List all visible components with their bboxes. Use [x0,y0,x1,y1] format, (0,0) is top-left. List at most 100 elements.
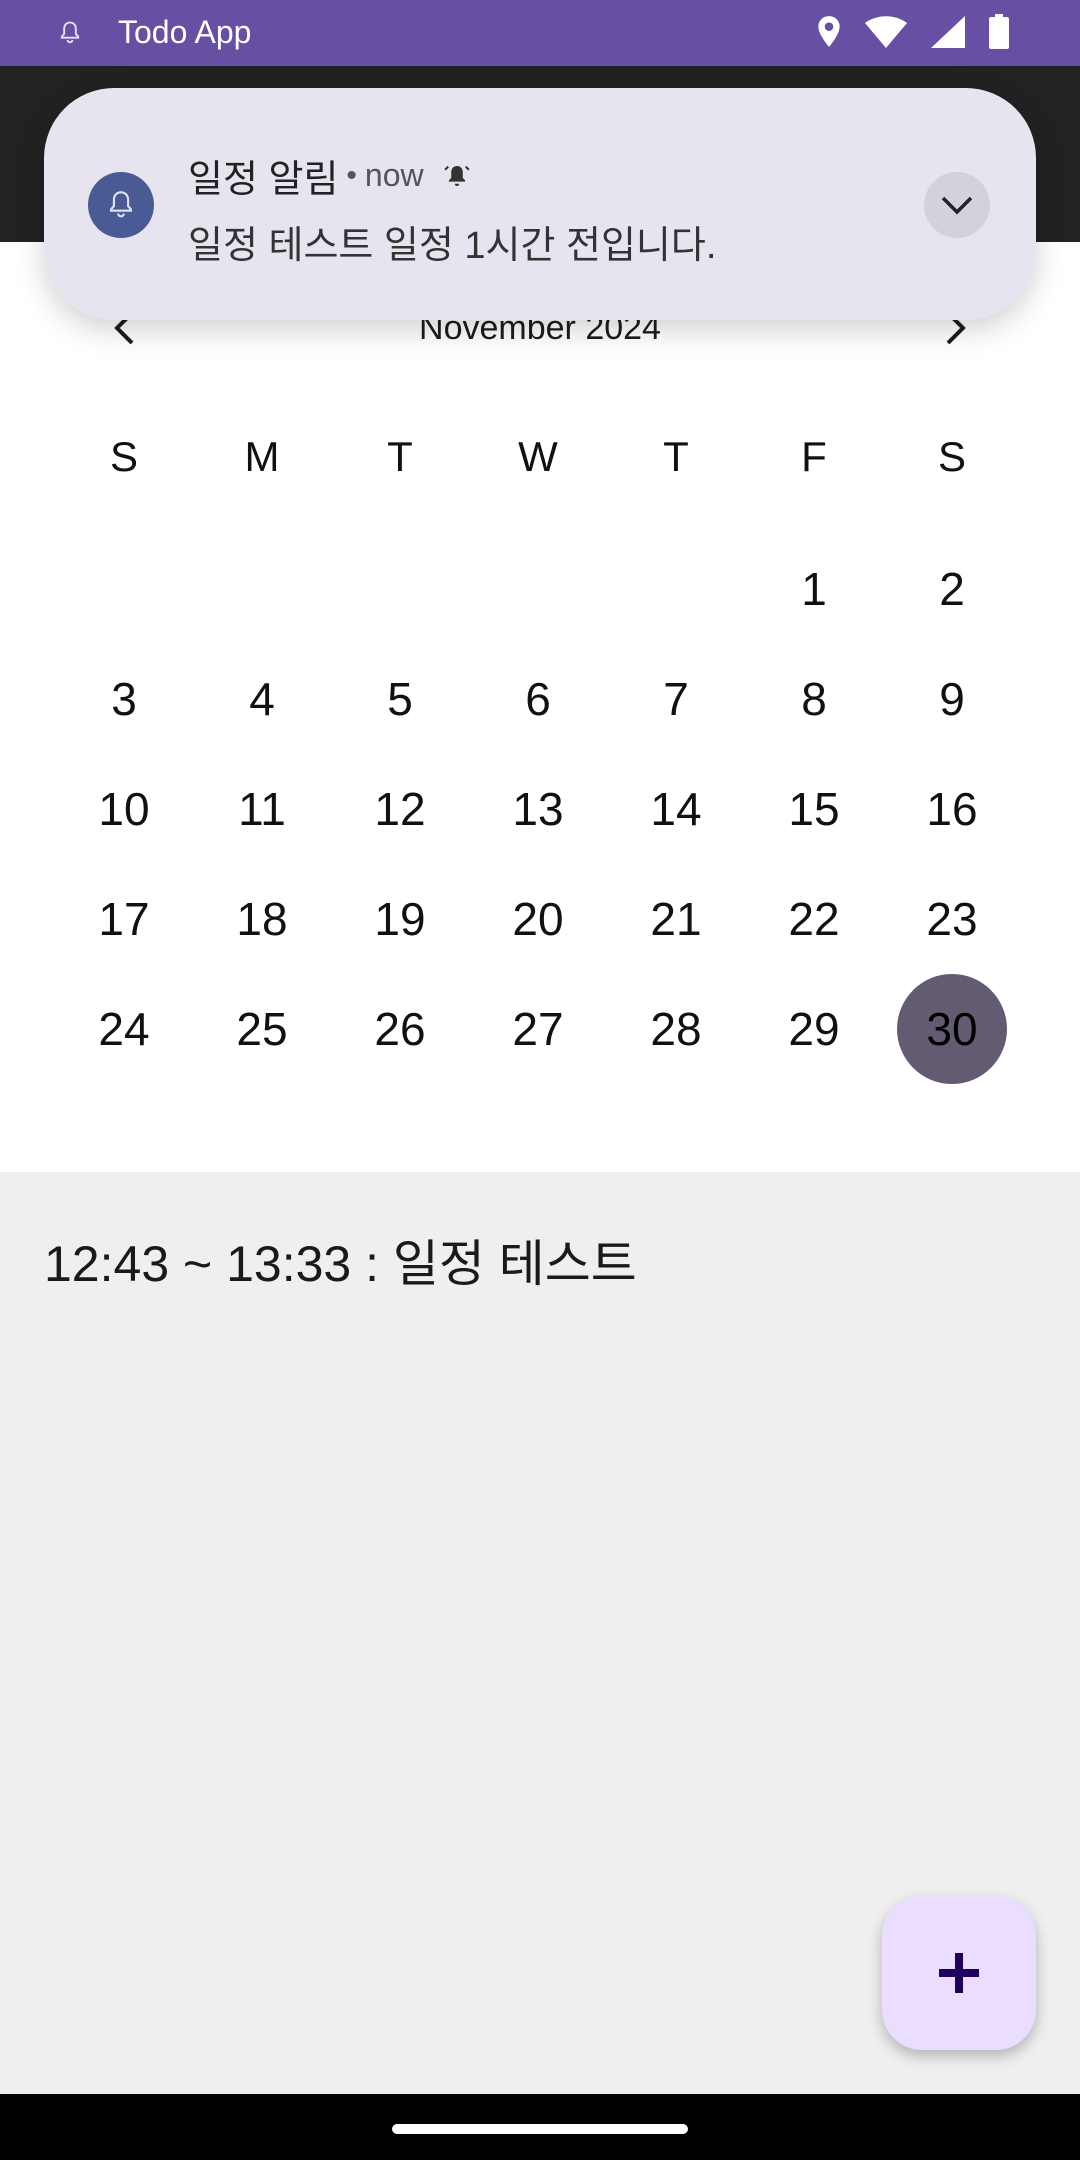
weekday-row: SMTWTFS [55,432,1021,482]
day-number: 16 [926,783,978,835]
weekday-label: S [937,433,966,480]
screen: Todo App November 2024 S M T W T F S 1 2… [0,0,1080,2160]
day-grid: 1 2 3 4 5 6 7 8 9 10 11 12 13 14 15 16 17 18 19 20 21 22 23 24 2… [55,534,1021,1084]
notification-app-name: 일정 알림 [188,159,339,201]
day-cell[interactable]: 21 [607,864,745,974]
day-number: 3 [111,673,137,725]
day-number: 24 [98,1003,150,1055]
day-cell[interactable]: 8 [745,644,883,754]
day-cell[interactable]: 2 [883,534,1021,644]
day-cell[interactable]: 12 [331,754,469,864]
notification-card[interactable]: 일정 알림 • now 일정 테스트 일정 1시간 전입니다. [44,88,1036,320]
day-number: 8 [801,673,827,725]
status-icons [816,14,1010,50]
day-number: 10 [98,783,150,835]
day-number: 7 [663,673,689,725]
day-number: 28 [650,1003,702,1055]
day-number: 30 [897,974,1007,1084]
wifi-icon [865,16,907,48]
day-cell[interactable]: 1 [745,534,883,644]
notification-app-icon [88,172,154,238]
day-cell[interactable]: 9 [883,644,1021,754]
navigation-bar [0,2094,1080,2160]
selected-day-cell[interactable]: 30 [883,974,1021,1084]
day-cell[interactable]: 14 [607,754,745,864]
day-number: 17 [98,893,150,945]
day-number: 26 [374,1003,426,1055]
day-cell[interactable]: 28 [607,974,745,1084]
day-number: 18 [236,893,288,945]
calendar: November 2024 SMTWTFS 1 2 3 4 5 6 7 8 9 10 11 12 13 1… [0,242,1080,1172]
day-number: 12 [374,783,426,835]
day-cell[interactable]: 23 [883,864,1021,974]
day-number: 11 [238,783,286,835]
day-number: 1 [801,563,827,615]
notification-time: now [364,157,424,193]
day-cell[interactable]: 6 [469,644,607,754]
status-app-title: Todo App [118,14,252,50]
notification-separator: • [346,158,357,192]
day-number: 20 [512,893,564,945]
day-cell[interactable]: 27 [469,974,607,1084]
expand-notification-button[interactable] [924,172,990,238]
day-cell[interactable]: 18 [193,864,331,974]
day-number: 15 [788,783,840,835]
day-cell[interactable]: 5 [331,644,469,754]
weekday-label: T [387,433,413,480]
empty-day-cell [193,534,331,644]
weekday-label: F [801,433,827,480]
day-number: 22 [788,893,840,945]
plus-icon [939,1953,979,1993]
day-cell[interactable]: 20 [469,864,607,974]
day-cell[interactable]: 26 [331,974,469,1084]
day-number: 27 [512,1003,564,1055]
empty-day-cell [55,534,193,644]
day-cell[interactable]: 7 [607,644,745,754]
day-cell[interactable]: 22 [745,864,883,974]
bell-icon [60,21,80,44]
day-cell[interactable]: 4 [193,644,331,754]
empty-day-cell [607,534,745,644]
signal-icon [931,16,965,48]
notification-text: 일정 테스트 일정 1시간 전입니다. [188,225,717,267]
weekday-label: M [244,433,280,480]
day-cell[interactable]: 3 [55,644,193,754]
day-cell[interactable]: 16 [883,754,1021,864]
empty-day-cell [469,534,607,644]
day-number: 5 [387,673,413,725]
day-cell[interactable]: 25 [193,974,331,1084]
day-cell[interactable]: 11 [193,754,331,864]
day-number: 4 [249,673,275,725]
day-number: 14 [650,783,702,835]
day-cell[interactable]: 13 [469,754,607,864]
home-handle[interactable] [392,2124,688,2134]
location-icon [818,16,840,47]
day-number: 19 [374,893,426,945]
add-event-button[interactable] [882,1896,1036,2050]
day-number: 6 [525,673,551,725]
day-cell[interactable]: 15 [745,754,883,864]
day-number: 23 [926,893,978,945]
day-number: 9 [939,673,965,725]
day-number: 2 [939,563,965,615]
weekday-label: W [518,433,558,480]
day-cell[interactable]: 10 [55,754,193,864]
day-cell[interactable]: 19 [331,864,469,974]
bell-icon [110,191,132,218]
day-cell[interactable]: 17 [55,864,193,974]
day-number: 29 [788,1003,840,1055]
day-cell[interactable]: 24 [55,974,193,1084]
empty-day-cell [331,534,469,644]
day-number: 25 [236,1003,288,1055]
event-item[interactable]: 12:43 ~ 13:33 : 일정 테스트 [44,1224,637,1296]
weekday-label: S [109,433,138,480]
chevron-down-icon [941,196,973,215]
day-cell[interactable]: 29 [745,974,883,1084]
alarm-bell-icon [442,161,472,191]
status-bar: Todo App [0,0,1080,66]
day-number: 21 [650,893,702,945]
battery-icon [989,14,1009,49]
weekday-label: T [663,433,689,480]
notification-header: 일정 알림 • now [188,148,472,203]
day-number: 13 [512,783,564,835]
